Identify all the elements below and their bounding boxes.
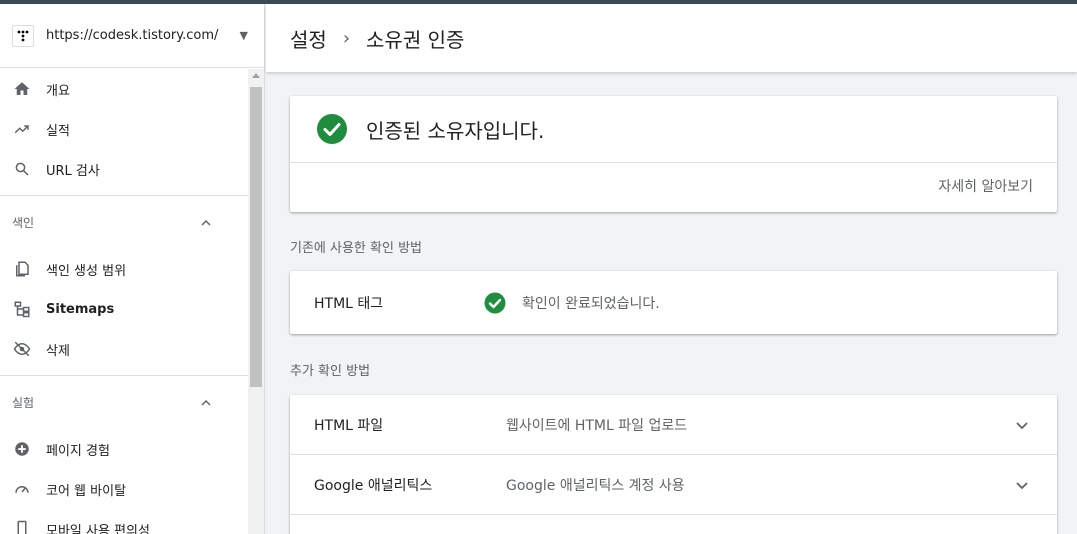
- main-content: 설정 › 소유권 인증 인증된 소유자입니다. 자세히 알아보기 기존에 사용한…: [266, 4, 1077, 534]
- section-experience-header[interactable]: 실험: [0, 375, 248, 429]
- sidebar-item-label: 색인 생성 범위: [46, 263, 127, 279]
- sidebar-item-core-web-vitals[interactable]: 코어 웹 바이탈: [0, 469, 248, 509]
- previous-methods-label: 기존에 사용한 확인 방법: [290, 241, 422, 256]
- method-name: Google 애널리틱스: [314, 477, 433, 494]
- dropdown-caret-icon[interactable]: ▼: [240, 29, 248, 42]
- sidebar-item-sitemaps[interactable]: Sitemaps: [0, 289, 248, 329]
- eye-off-icon: [12, 339, 32, 359]
- method-name: HTML 파일: [314, 417, 384, 434]
- sidebar-item-label: URL 검사: [46, 163, 100, 179]
- sidebar-item-mobile-usability[interactable]: 모바일 사용 편의성: [0, 509, 248, 534]
- sidebar-item-performance[interactable]: 실적: [0, 109, 248, 149]
- chevron-up-icon: [201, 399, 211, 406]
- sitemap-icon: [12, 299, 32, 319]
- sidebar-item-label: 모바일 사용 편의성: [46, 523, 150, 534]
- verified-owner-card: 인증된 소유자입니다. 자세히 알아보기: [290, 96, 1057, 212]
- sidebar-item-label: Sitemaps: [46, 301, 115, 317]
- sidebar-item-url-inspection[interactable]: URL 검사: [0, 149, 248, 189]
- sidebar-item-label: 개요: [46, 83, 70, 99]
- sidebar-item-label: 코어 웹 바이탈: [46, 483, 127, 499]
- plus-circle-icon: [12, 439, 32, 459]
- pages-icon: [12, 259, 32, 279]
- scrollbar-thumb[interactable]: [250, 87, 262, 387]
- breadcrumb-separator-icon: ›: [342, 27, 351, 49]
- sidebar: https://codesk.tistory.com/ ▼ 개요 실적 URL …: [0, 4, 265, 534]
- learn-more-link[interactable]: 자세히 알아보기: [938, 176, 1033, 196]
- verified-owner-text: 인증된 소유자입니다.: [366, 118, 545, 143]
- breadcrumb-settings[interactable]: 설정: [290, 24, 327, 53]
- property-url: https://codesk.tistory.com/: [46, 28, 219, 43]
- method-row-google-analytics[interactable]: Google 애널리틱스 Google 애널리틱스 계정 사용: [290, 455, 1057, 515]
- sidebar-item-overview[interactable]: 개요: [0, 69, 248, 109]
- sidebar-item-page-experience[interactable]: 페이지 경험: [0, 429, 248, 469]
- method-description: Google 애널리틱스 계정 사용: [506, 477, 685, 494]
- section-title: 실험: [12, 396, 35, 410]
- search-icon: [12, 159, 32, 179]
- check-circle-icon: [317, 114, 347, 144]
- sidebar-item-label: 삭제: [46, 343, 70, 359]
- additional-methods-label: 추가 확인 방법: [290, 364, 371, 379]
- verified-status-row: 인증된 소유자입니다.: [290, 96, 1057, 163]
- method-status: 확인이 완료되었습니다.: [522, 295, 660, 312]
- sidebar-scrollbar[interactable]: [248, 69, 264, 534]
- trending-up-icon: [12, 119, 32, 139]
- sidebar-item-removals[interactable]: 삭제: [0, 329, 248, 369]
- method-name: HTML 태그: [314, 295, 384, 312]
- phone-icon: [12, 519, 32, 534]
- check-circle-icon: [484, 292, 506, 313]
- sidebar-item-label: 실적: [46, 123, 70, 139]
- chevron-down-icon[interactable]: [1015, 418, 1029, 432]
- scroll-up-arrow-icon[interactable]: [252, 73, 260, 78]
- page-title: 소유권 인증: [366, 27, 465, 52]
- section-title: 색인: [12, 216, 35, 230]
- tistory-logo-icon: [12, 24, 34, 47]
- chevron-down-icon[interactable]: [1015, 478, 1029, 492]
- sidebar-nav: 개요 실적 URL 검사 색인 색인 생성 범위 Sitemaps 삭제 실험 …: [0, 69, 248, 534]
- page-header: 설정 › 소유권 인증: [266, 4, 1077, 72]
- section-index-header[interactable]: 색인: [0, 195, 248, 249]
- method-row-html-file[interactable]: HTML 파일 웹사이트에 HTML 파일 업로드: [290, 395, 1057, 455]
- gauge-icon: [12, 479, 32, 499]
- previous-method-card: HTML 태그 확인이 완료되었습니다.: [290, 271, 1057, 334]
- property-selector[interactable]: https://codesk.tistory.com/ ▼: [0, 4, 264, 68]
- sidebar-item-label: 페이지 경험: [46, 443, 110, 459]
- chevron-up-icon: [201, 219, 211, 226]
- home-icon: [12, 79, 32, 99]
- method-description: 웹사이트에 HTML 파일 업로드: [506, 417, 688, 434]
- additional-methods-card: HTML 파일 웹사이트에 HTML 파일 업로드 Google 애널리틱스 G…: [290, 395, 1057, 534]
- sidebar-item-coverage[interactable]: 색인 생성 범위: [0, 249, 248, 289]
